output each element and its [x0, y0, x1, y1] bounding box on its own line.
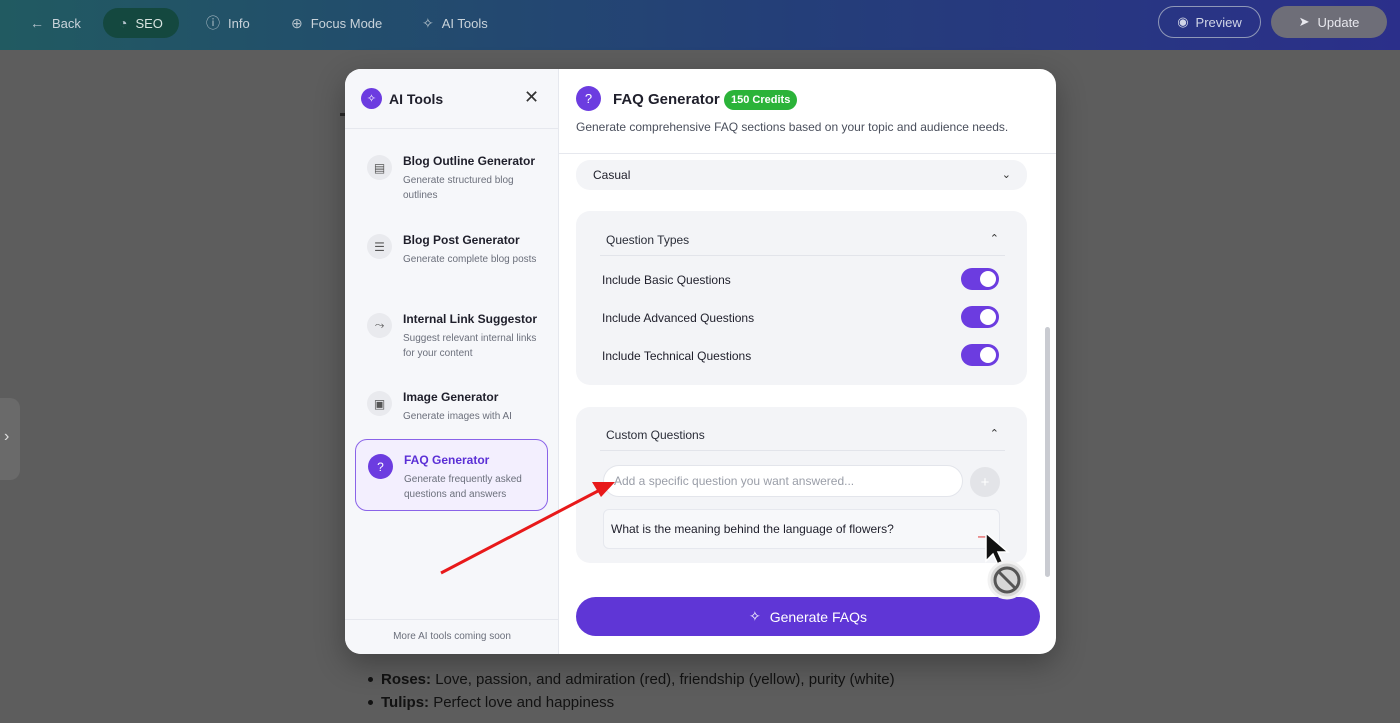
sidebar-expand-tab[interactable]: ›: [0, 398, 20, 480]
tool-description: Generate images with AI: [403, 411, 512, 422]
question-icon: ?: [368, 454, 393, 479]
credits-badge: 150 Credits: [724, 90, 798, 110]
list-item-text: Perfect love and happiness: [429, 694, 615, 711]
toggle-knob: [980, 309, 996, 325]
tool-name: Image Generator: [403, 390, 499, 404]
magic-wand-icon: ✧: [422, 14, 434, 31]
magic-wand-icon: ✧: [361, 88, 382, 109]
tool-description: Suggest relevant internal links for your…: [403, 333, 537, 359]
tool-internal-link-suggestor[interactable]: ⤳ Internal Link Suggestor Suggest releva…: [355, 299, 548, 367]
seo-tab[interactable]: ◔ SEO: [103, 8, 179, 38]
tool-name: FAQ Generator: [404, 453, 490, 467]
list-item-term: Tulips:: [381, 694, 430, 711]
panel-subtitle: Generate comprehensive FAQ sections base…: [576, 120, 1009, 134]
tool-name: Blog Post Generator: [403, 233, 520, 247]
tool-description: Generate structured blog outlines: [403, 175, 514, 201]
toggle-knob: [980, 347, 996, 363]
focus-mode-label: Focus Mode: [310, 15, 383, 31]
list-item-text: Love, passion, and admiration (red), fri…: [431, 671, 895, 688]
close-icon[interactable]: ✕: [524, 87, 539, 108]
toggle-advanced-questions[interactable]: [961, 306, 999, 328]
sidebar-footer-note: More AI tools coming soon: [345, 619, 559, 654]
toggle-basic-questions[interactable]: [961, 268, 999, 290]
ai-tools-tab[interactable]: ✧ AI Tools: [422, 8, 488, 38]
list-item: Roses: Love, passion, and admiration (re…: [368, 668, 895, 691]
generate-faqs-label: Generate FAQs: [769, 608, 867, 625]
remove-question-button[interactable]: —: [978, 518, 989, 556]
arrow-left-icon: ←: [30, 15, 44, 31]
seo-label: SEO: [135, 15, 163, 31]
tone-select-value: Casual: [593, 168, 631, 182]
top-toolbar: ← Back ◔ SEO ⓘ Info ⊕ Focus Mode ✧ AI To…: [0, 0, 1400, 50]
update-button[interactable]: ➤ Update: [1271, 6, 1387, 38]
link-route-icon: ⤳: [367, 313, 392, 338]
faq-generator-panel: ? FAQ Generator 150 Credits Generate com…: [559, 69, 1056, 654]
tool-blog-post-generator[interactable]: ☰ Blog Post Generator Generate complete …: [355, 220, 548, 288]
panel-title: FAQ Generator: [613, 91, 720, 108]
toggle-technical-questions[interactable]: [961, 344, 999, 366]
sidebar-header: ✧ AI Tools ✕: [345, 69, 559, 129]
info-label: Info: [228, 15, 250, 31]
tool-name: Internal Link Suggestor: [403, 312, 538, 326]
send-icon: ➤: [1298, 14, 1310, 29]
magic-wand-icon: ✧: [748, 608, 761, 624]
question-types-section: Question Types ⌃ Include Basic Questions…: [576, 211, 1027, 385]
tool-blog-outline-generator[interactable]: ▤ Blog Outline Generator Generate struct…: [355, 141, 548, 209]
question-types-title: Question Types: [606, 233, 690, 247]
chevron-up-icon[interactable]: ⌃: [990, 427, 999, 440]
custom-question-text: What is the meaning behind the language …: [611, 522, 894, 536]
plus-icon: +: [980, 473, 990, 491]
tone-select[interactable]: Casual ⌄: [576, 160, 1027, 190]
section-divider: [600, 450, 1005, 451]
toggle-knob: [980, 271, 996, 287]
back-label: Back: [52, 15, 81, 31]
document-icon: ▤: [367, 155, 392, 180]
tool-faq-generator[interactable]: ? FAQ Generator Generate frequently aske…: [355, 439, 548, 511]
ai-tools-modal: ✧ AI Tools ✕ ▤ Blog Outline Generator Ge…: [345, 69, 1056, 654]
preview-label: Preview: [1195, 14, 1242, 30]
question-icon: ?: [576, 86, 601, 111]
tool-name: Blog Outline Generator: [403, 154, 536, 168]
crosshair-icon: ⊕: [291, 14, 303, 31]
list-item: Tulips: Perfect love and happiness: [368, 691, 895, 714]
header-divider: [559, 153, 1056, 154]
option-basic-questions-label: Include Basic Questions: [602, 273, 731, 287]
background-flower-list: Roses: Love, passion, and admiration (re…: [368, 668, 895, 714]
scrollbar[interactable]: [1045, 327, 1050, 577]
custom-question-input[interactable]: Add a specific question you want answere…: [603, 465, 963, 497]
info-tab[interactable]: ⓘ Info: [206, 8, 250, 38]
focus-mode-tab[interactable]: ⊕ Focus Mode: [291, 8, 382, 38]
chevron-up-icon[interactable]: ⌃: [990, 232, 999, 245]
section-divider: [600, 255, 1005, 256]
custom-questions-section: Custom Questions ⌃ Add a specific questi…: [576, 407, 1027, 563]
update-label: Update: [1317, 14, 1360, 30]
tool-image-generator[interactable]: ▣ Image Generator Generate images with A…: [355, 377, 548, 433]
image-sparkle-icon: ▣: [367, 391, 392, 416]
add-question-button[interactable]: +: [970, 467, 1000, 497]
chevron-right-icon: ›: [4, 428, 10, 445]
sidebar-title: AI Tools: [389, 91, 444, 107]
preview-button[interactable]: ◉ Preview: [1158, 6, 1261, 38]
info-icon: ⓘ: [206, 15, 220, 31]
chevron-down-icon: ⌄: [1001, 169, 1011, 181]
eye-icon: ◉: [1177, 14, 1189, 29]
custom-questions-title: Custom Questions: [606, 428, 705, 442]
list-item-term: Roses:: [381, 671, 432, 688]
article-icon: ☰: [367, 234, 392, 259]
back-button[interactable]: ← Back: [30, 8, 81, 38]
custom-question-item: What is the meaning behind the language …: [603, 509, 1000, 549]
generate-faqs-button[interactable]: ✧ Generate FAQs: [576, 597, 1040, 636]
gauge-icon: ◔: [119, 15, 128, 31]
ai-tools-label: AI Tools: [441, 15, 488, 31]
tools-sidebar: ✧ AI Tools ✕ ▤ Blog Outline Generator Ge…: [345, 69, 559, 654]
tool-description: Generate frequently asked questions and …: [404, 474, 522, 500]
tool-description: Generate complete blog posts: [403, 254, 537, 265]
option-advanced-questions-label: Include Advanced Questions: [602, 311, 755, 325]
option-technical-questions-label: Include Technical Questions: [602, 349, 752, 363]
